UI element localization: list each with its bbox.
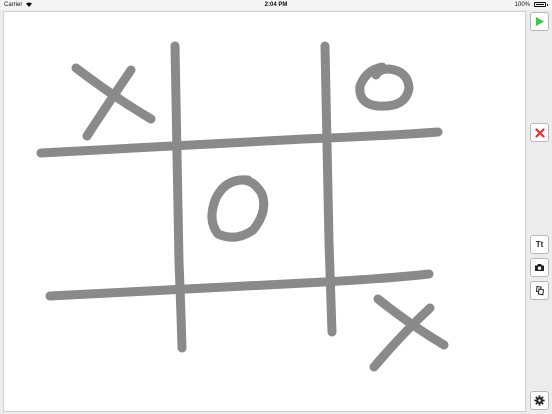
text-tool-button[interactable]: Tt [530,235,549,254]
close-icon [534,127,545,138]
text-tool-label: Tt [535,240,544,249]
grid-vertical-right [320,41,337,337]
play-icon [535,17,544,26]
o-mark-top-right [355,62,414,111]
clear-button[interactable] [530,123,549,142]
clock: 2:04 PM [264,1,288,8]
stickers-icon [535,285,544,296]
drawing-strokes [36,41,449,372]
gear-icon [534,395,545,406]
settings-button[interactable] [530,391,549,410]
battery-icon [534,2,548,7]
status-bar: Carrier 2:04 PM 100% [0,0,552,10]
play-button[interactable] [530,12,549,31]
grid-horizontal-bottom [45,269,434,301]
camera-icon [535,264,544,271]
stickers-button[interactable] [530,281,549,300]
battery-percentage: 100% [514,1,530,8]
grid-vertical-left [170,41,187,353]
drawing-canvas[interactable] [3,11,526,412]
o-mark-center [207,175,269,242]
camera-button[interactable] [530,258,549,277]
grid-horizontal-top [36,127,443,158]
